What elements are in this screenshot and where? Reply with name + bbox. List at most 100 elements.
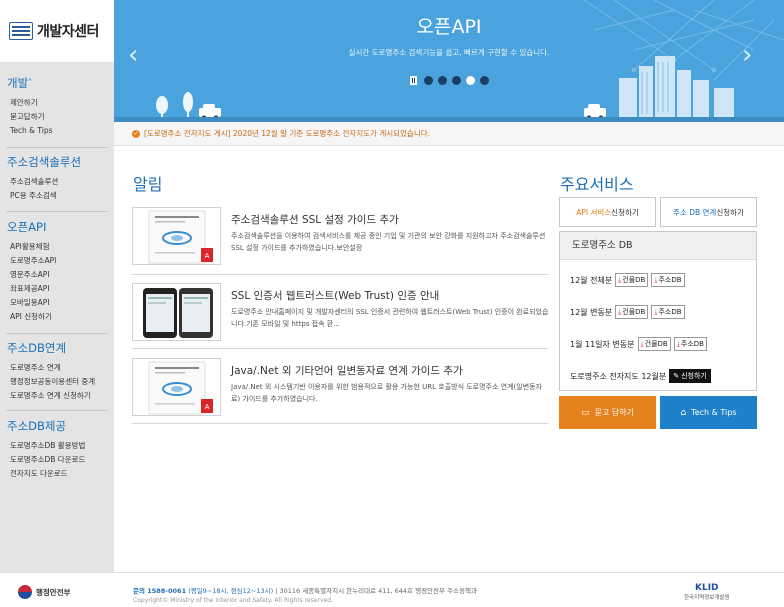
nav-title-solution[interactable]: 주소검색솔루션 [0, 153, 114, 171]
nav-item-link-apply[interactable]: 도로명주소 연계 신청하기 [0, 389, 114, 403]
download-icon: ⤓ [640, 339, 644, 348]
news-item-title[interactable]: Java/.Net 외 기타언어 일변동자료 연계 가이드 추가 [231, 363, 463, 378]
news-thumb-doc[interactable]: A [132, 358, 221, 416]
nav-item-mobile-api[interactable]: 모바일용API [0, 296, 114, 310]
svg-text:A: A [205, 252, 210, 260]
news-item-desc: 도로명주소 안내홈페이지 및 개발자센터의 SSL 인증서 관련하여 웹트러스트… [231, 308, 549, 328]
nav-title-dev[interactable]: 개발˄ [0, 74, 114, 92]
news-title: 알림 [133, 175, 163, 194]
pencil-icon: ✎ [673, 372, 680, 380]
ministry-logo[interactable]: 행정안전부 [18, 585, 71, 599]
nav-group-db-link: 주소DB연계 도로명주소 연계 행정정보공동이용센터 중계 도로명주소 연계 신… [0, 339, 114, 403]
nav-item-qna[interactable]: 묻고답하기 [0, 110, 114, 124]
nav-divider [6, 410, 108, 411]
db-row: 1월 11일자 변동분 ⤓ 건물DB ⤓ 주소DB [570, 337, 707, 351]
svg-text:A: A [205, 403, 210, 411]
building-db-download-button[interactable]: ⤓ 건물DB [615, 305, 649, 319]
building-db-download-button[interactable]: ⤓ 건물DB [615, 273, 649, 287]
download-icon: ⤓ [654, 307, 658, 316]
brand-logo[interactable]: 개발자센터 [0, 0, 114, 62]
news-divider [132, 423, 548, 424]
slide-dot-5[interactable] [479, 76, 489, 85]
download-icon: ⤓ [676, 339, 680, 348]
news-item[interactable]: A 주소검색솔루션 SSL 설정 가이드 추가 주소검색솔루션을 이용하여 검색… [132, 207, 548, 267]
next-slide-arrow-icon[interactable]: › [742, 42, 752, 68]
service-tabs: API 서비스 신청하기 주소 DB 연계 신청하기 [559, 197, 757, 227]
nav-item-eng-api[interactable]: 영문주소API [0, 268, 114, 282]
footer-contact: 문의 1588-0061 (평일9~18시, 점심12~13시) | 30116… [133, 587, 477, 595]
map-apply-button[interactable]: ✎ 신청하기 [669, 369, 711, 383]
slide-dot-1[interactable] [423, 76, 433, 85]
nav-item-pc-search[interactable]: PC용 주소검색 [0, 189, 114, 203]
hero-subtitle: 실시간 도로명주소 검색기능을 쉽고, 빠르게 구현할 수 있습니다. [348, 48, 550, 57]
nav-item-relay[interactable]: 행정정보공동이용센터 중계 [0, 375, 114, 389]
news-thumb-doc[interactable]: A [132, 207, 221, 265]
news-item[interactable]: SSL 인증서 웹트러스트(Web Trust) 인증 안내 도로명주소 안내홈… [132, 283, 548, 343]
news-item[interactable]: A Java/.Net 외 기타언어 일변동자료 연계 가이드 추가 Java/… [132, 358, 548, 418]
hero-title: 오픈API [416, 16, 482, 38]
tech-tips-button[interactable]: ⌂ Tech & Tips [660, 396, 757, 429]
hero-banner: 오픈API 실시간 도로명주소 검색기능을 쉽고, 빠르게 구현할 수 있습니다… [114, 0, 784, 122]
db-row: 도로명주소 전자지도 12월분 ✎ 신청하기 [570, 369, 711, 383]
prev-slide-arrow-icon[interactable]: ‹ [128, 42, 138, 68]
address-db-download-button[interactable]: ⤓ 주소DB [651, 273, 685, 287]
building-db-download-button[interactable]: ⤓ 건물DB [637, 337, 671, 351]
nav-divider [6, 147, 108, 148]
klid-logo[interactable]: KLID 한국지역정보개발원 [684, 583, 730, 601]
tag-icon: ⌂ [680, 407, 687, 418]
address-db-download-button[interactable]: ⤓ 주소DB [673, 337, 707, 351]
slide-dot-4[interactable] [465, 76, 475, 85]
chat-icon: ▭ [581, 407, 590, 418]
nav-item-road-api[interactable]: 도로명주소API [0, 254, 114, 268]
nav-item-tech-tips[interactable]: Tech & Tips [0, 124, 114, 138]
news-item-desc: 주소검색솔루션을 이용하여 검색서비스를 제공 중인 기업 및 기관의 보안 강… [231, 232, 546, 252]
api-apply-button[interactable]: API 서비스 신청하기 [559, 197, 656, 227]
slide-dot-2[interactable] [437, 76, 447, 85]
road-address-db-panel: 도로명주소 DB 12월 전체분 ⤓ 건물DB ⤓ 주소DB 12월 변동분 ⤓ 건물… [559, 231, 757, 391]
brand-title: 개발자센터 [37, 24, 99, 40]
nav-title-openapi[interactable]: 오픈API [0, 218, 114, 236]
db-panel-title: 도로명주소 DB [560, 232, 756, 260]
nav-item-solution[interactable]: 주소검색솔루션 [0, 175, 114, 189]
nav-item-road-link[interactable]: 도로명주소 연계 [0, 361, 114, 375]
document-thumbnail-icon: A [148, 361, 213, 415]
nav-item-coord-api[interactable]: 좌표제공API [0, 282, 114, 296]
news-item-title[interactable]: 주소검색솔루션 SSL 설정 가이드 추가 [231, 212, 399, 227]
slide-dot-3[interactable] [451, 76, 461, 85]
db-row: 12월 전체분 ⤓ 건물DB ⤓ 주소DB [570, 273, 685, 287]
nav-item-api-apply[interactable]: API 신청하기 [0, 310, 114, 324]
document-thumbnail-icon: A [148, 210, 213, 264]
pause-icon[interactable] [410, 76, 417, 85]
nav-item-proposal[interactable]: 제안하기 [0, 96, 114, 110]
download-icon: ⤓ [618, 307, 622, 316]
notice-text: [도로명주소 전자지도 게시] 2020년 12월 말 기준 도로명주소 전자지… [144, 129, 431, 138]
address-db-download-button[interactable]: ⤓ 주소DB [651, 305, 685, 319]
nav-group-dev: 개발˄ 제안하기 묻고답하기 Tech & Tips [0, 74, 114, 138]
nav-title-db-link[interactable]: 주소DB연계 [0, 339, 114, 357]
news-item-desc: Java/.Net 외 시스템기반 이용자를 위한 범용적으로 활용 가능한 U… [231, 383, 543, 403]
download-icon: ⤓ [618, 275, 622, 284]
news-item-title[interactable]: SSL 인증서 웹트러스트(Web Trust) 인증 안내 [231, 288, 439, 303]
news-thumb-phones[interactable] [132, 283, 221, 341]
services-title: 주요서비스 [560, 175, 634, 194]
nav-item-db-usage[interactable]: 도로명주소DB 활용방법 [0, 439, 114, 453]
mobile-devices-thumbnail-icon [143, 288, 213, 338]
news-divider [132, 274, 548, 275]
qna-button[interactable]: ▭ 묻고 답하기 [559, 396, 656, 429]
nav-item-db-download[interactable]: 도로명주소DB 다운로드 [0, 453, 114, 467]
download-icon: ⤓ [654, 275, 658, 284]
notice-bar[interactable]: ✓ [도로명주소 전자지도 게시] 2020년 12월 말 기준 도로명주소 전… [114, 122, 784, 146]
slide-indicator [410, 76, 491, 85]
nav-title-db-provide[interactable]: 주소DB제공 [0, 417, 114, 435]
nav-item-api-trial[interactable]: API활용체험 [0, 240, 114, 254]
taegeuk-icon [18, 585, 32, 599]
nav-group-db-provide: 주소DB제공 도로명주소DB 활용방법 도로명주소DB 다운로드 전자지도 다운… [0, 417, 114, 481]
db-row: 12월 변동분 ⤓ 건물DB ⤓ 주소DB [570, 305, 685, 319]
nav-item-map-download[interactable]: 전자지도 다운로드 [0, 467, 114, 481]
ministry-badge-icon [9, 22, 33, 40]
footer: 행정안전부 문의 1588-0061 (평일9~18시, 점심12~13시) |… [0, 572, 784, 607]
db-link-apply-button[interactable]: 주소 DB 연계 신청하기 [660, 197, 757, 227]
nav-divider [6, 333, 108, 334]
nav-group-openapi: 오픈API API활용체험 도로명주소API 영문주소API 좌표제공API 모… [0, 218, 114, 324]
check-icon: ✓ [132, 129, 140, 138]
